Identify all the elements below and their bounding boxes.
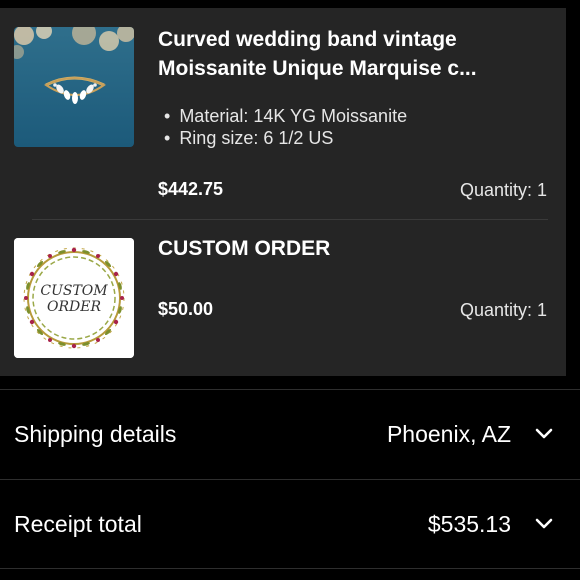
item-price: $442.75 xyxy=(158,179,224,199)
order-items-card: Curved wedding band vintage Moissanite U… xyxy=(0,8,566,376)
item-quantity: Quantity: 1 xyxy=(459,300,547,320)
product-image-custom-order[interactable]: CUSTOM ORDER xyxy=(14,238,134,358)
product-title[interactable]: CUSTOM ORDER xyxy=(158,234,538,263)
receipt-total-amount: $535.13 xyxy=(427,511,511,537)
product-title-line-1[interactable]: Curved wedding band vintage xyxy=(158,25,538,54)
custom-order-image-text-1: CUSTOM xyxy=(40,283,108,299)
item-quantity: Quantity: 1 xyxy=(459,180,547,200)
product-title-line-2[interactable]: Moissanite Unique Marquise c... xyxy=(158,54,538,83)
order-item-ring[interactable]: Curved wedding band vintage Moissanite U… xyxy=(0,8,566,220)
chevron-down-icon[interactable] xyxy=(534,517,554,531)
product-image-ring[interactable] xyxy=(14,27,134,147)
receipt-total-row[interactable]: Receipt total $535.13 xyxy=(0,479,580,569)
product-title[interactable]: Curved wedding band vintage Moissanite U… xyxy=(158,25,538,83)
order-item-custom[interactable]: CUSTOM ORDER CUSTOM ORDER $50.00 Quantit… xyxy=(0,220,566,376)
product-title-line-1[interactable]: CUSTOM ORDER xyxy=(158,234,538,263)
shipping-location: Phoenix, AZ xyxy=(386,421,511,447)
spec-material: Material: 14K YG Moissanite xyxy=(164,105,407,127)
item-price: $50.00 xyxy=(158,299,214,319)
chevron-down-icon[interactable] xyxy=(534,427,554,441)
shipping-details-label: Shipping details xyxy=(14,421,177,447)
shipping-details-row[interactable]: Shipping details Phoenix, AZ xyxy=(0,389,580,478)
custom-order-image-text-2: ORDER xyxy=(47,299,101,315)
receipt-total-label: Receipt total xyxy=(14,511,142,537)
spec-ring-size: Ring size: 6 1/2 US xyxy=(164,127,407,149)
product-specs-list: Material: 14K YG Moissanite Ring size: 6… xyxy=(164,105,407,149)
